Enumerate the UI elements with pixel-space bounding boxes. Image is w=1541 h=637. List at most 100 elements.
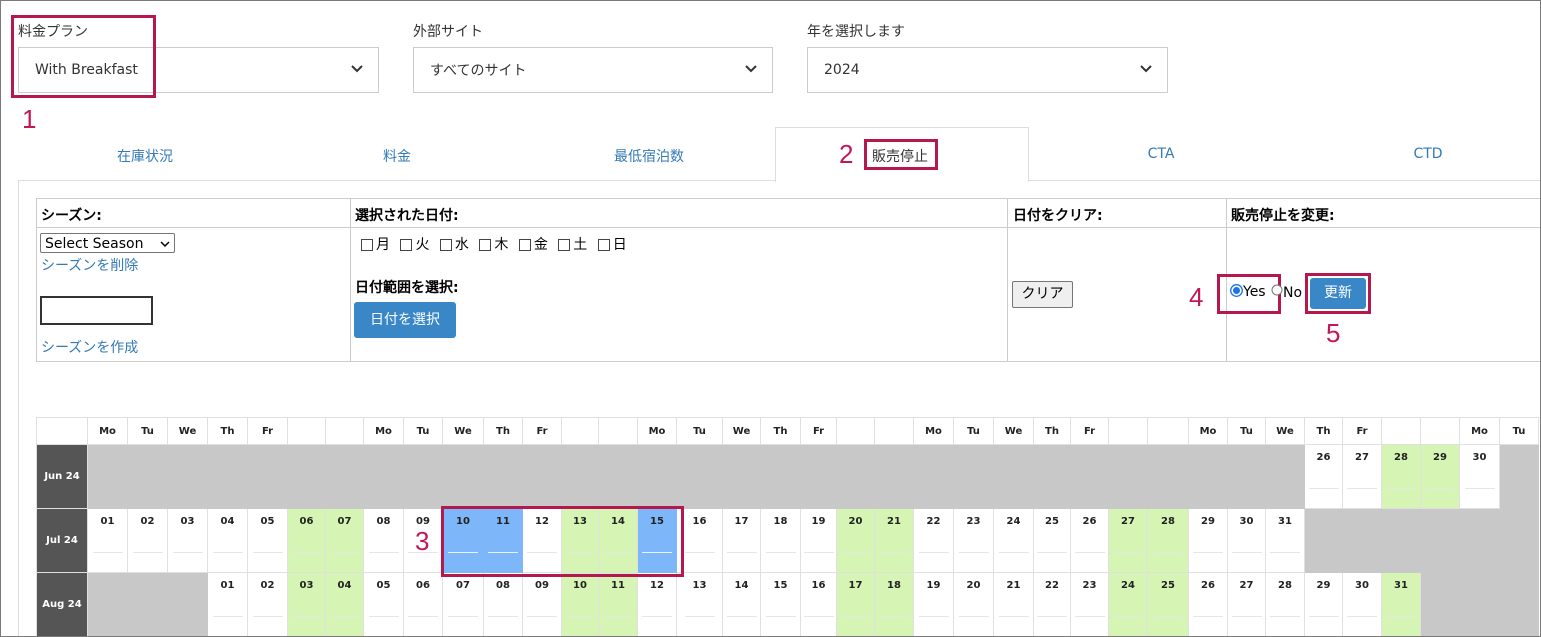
day-value-field[interactable] <box>172 552 203 553</box>
yes-radio[interactable]: Yes <box>1230 284 1266 300</box>
calendar-day-cell[interactable]: 05 <box>247 508 288 573</box>
calendar-day-cell[interactable]: 18 <box>874 572 914 636</box>
day-value-field[interactable] <box>1037 616 1067 617</box>
day-value-field[interactable] <box>329 616 360 617</box>
external-site-select[interactable]: すべてのサイト <box>413 47 773 93</box>
day-value-field[interactable] <box>1231 552 1262 553</box>
weekday-tue[interactable]: 火 <box>400 237 429 253</box>
day-value-field[interactable] <box>879 616 909 617</box>
day-value-field[interactable] <box>918 616 949 617</box>
day-value-field[interactable] <box>291 616 322 617</box>
calendar-day-cell[interactable]: 08 <box>363 508 404 573</box>
calendar-day-cell[interactable]: 20 <box>836 508 875 573</box>
calendar-day-cell[interactable]: 02 <box>127 508 168 573</box>
day-value-field[interactable] <box>726 552 757 553</box>
day-value-field[interactable] <box>918 552 949 553</box>
day-value-field[interactable] <box>958 616 989 617</box>
day-value-field[interactable] <box>684 616 715 617</box>
weekday-fri[interactable]: 金 <box>518 237 548 253</box>
day-value-field[interactable] <box>1113 616 1143 617</box>
no-radio[interactable]: No <box>1271 284 1302 301</box>
day-value-field[interactable] <box>252 552 283 553</box>
day-value-field[interactable] <box>212 616 243 617</box>
day-value-field[interactable] <box>1425 488 1455 489</box>
day-value-field[interactable] <box>1231 616 1262 617</box>
day-value-field[interactable] <box>998 616 1029 617</box>
calendar-day-cell[interactable]: 29 <box>1304 572 1343 636</box>
day-value-field[interactable] <box>684 552 715 553</box>
season-name-input[interactable] <box>40 296 153 325</box>
calendar-day-cell[interactable]: 30 <box>1342 572 1382 636</box>
calendar-day-cell[interactable]: 23 <box>953 508 994 573</box>
day-value-field[interactable] <box>603 616 633 617</box>
day-value-field[interactable] <box>1270 616 1300 617</box>
tab-inventory[interactable]: 在庫状況 <box>21 146 269 166</box>
calendar-day-cell[interactable]: 05 <box>363 572 404 636</box>
day-value-field[interactable] <box>726 616 757 617</box>
calendar-day-cell[interactable]: 25 <box>1147 572 1189 636</box>
day-value-field[interactable] <box>765 616 796 617</box>
day-value-field[interactable] <box>642 616 672 617</box>
day-value-field[interactable] <box>840 616 871 617</box>
day-value-field[interactable] <box>448 616 478 617</box>
calendar-day-cell[interactable]: 03 <box>167 508 208 573</box>
calendar-day-cell[interactable]: 26 <box>1188 572 1228 636</box>
calendar-day-cell[interactable]: 13 <box>676 572 723 636</box>
calendar-day-cell[interactable]: 24 <box>993 508 1034 573</box>
day-value-field[interactable] <box>92 552 123 553</box>
calendar-day-cell[interactable]: 24 <box>1108 572 1148 636</box>
calendar-day-cell[interactable]: 28 <box>1381 444 1421 509</box>
calendar-day-cell[interactable]: 10 <box>561 572 599 636</box>
calendar-day-cell[interactable]: 29 <box>1420 444 1460 509</box>
calendar-day-cell[interactable]: 27 <box>1227 572 1266 636</box>
day-value-field[interactable] <box>488 616 518 617</box>
calendar-day-cell[interactable]: 08 <box>483 572 523 636</box>
day-value-field[interactable] <box>1074 616 1105 617</box>
day-value-field[interactable] <box>998 552 1029 553</box>
day-value-field[interactable] <box>212 552 243 553</box>
day-value-field[interactable] <box>368 616 399 617</box>
weekday-wed[interactable]: 水 <box>439 237 469 253</box>
update-button[interactable]: 更新 <box>1310 278 1366 309</box>
calendar-day-cell[interactable]: 28 <box>1265 572 1305 636</box>
season-select[interactable]: Select Season <box>40 233 175 253</box>
clear-button[interactable]: クリア <box>1012 281 1073 308</box>
calendar-day-cell[interactable]: 17 <box>836 572 875 636</box>
delete-season-link[interactable]: シーズンを削除 <box>41 255 138 275</box>
calendar-day-cell[interactable]: 06 <box>287 508 326 573</box>
calendar-day-cell[interactable]: 19 <box>913 572 954 636</box>
weekday-sat[interactable]: 土 <box>558 237 587 253</box>
calendar-day-cell[interactable]: 27 <box>1108 508 1148 573</box>
day-value-field[interactable] <box>1464 488 1495 489</box>
calendar-day-cell[interactable]: 17 <box>722 508 761 573</box>
calendar-day-cell[interactable]: 30 <box>1227 508 1266 573</box>
calendar-day-cell[interactable]: 14 <box>722 572 761 636</box>
day-value-field[interactable] <box>1193 552 1223 553</box>
day-value-field[interactable] <box>803 616 834 617</box>
calendar-day-cell[interactable]: 15 <box>760 572 801 636</box>
tab-cta[interactable]: CTA <box>1037 146 1285 162</box>
calendar-day-cell[interactable]: 23 <box>1070 572 1109 636</box>
day-value-field[interactable] <box>565 616 595 617</box>
calendar-day-cell[interactable]: 18 <box>760 508 801 573</box>
calendar-day-cell[interactable]: 11 <box>598 572 638 636</box>
day-value-field[interactable] <box>527 616 557 617</box>
calendar-day-cell[interactable]: 12 <box>637 572 677 636</box>
tab-min-stay[interactable]: 最低宿泊数 <box>525 146 773 166</box>
calendar-day-cell[interactable]: 04 <box>207 508 248 573</box>
calendar-day-cell[interactable]: 20 <box>953 572 994 636</box>
calendar-day-cell[interactable]: 31 <box>1265 508 1305 573</box>
calendar-day-cell[interactable]: 02 <box>247 572 288 636</box>
year-select[interactable]: 2024 <box>807 47 1168 93</box>
calendar-day-cell[interactable]: 19 <box>800 508 837 573</box>
day-value-field[interactable] <box>1386 488 1416 489</box>
calendar-day-cell[interactable]: 27 <box>1342 444 1382 509</box>
tab-rates[interactable]: 料金 <box>273 146 521 166</box>
calendar-day-cell[interactable]: 01 <box>87 508 128 573</box>
day-value-field[interactable] <box>1270 552 1300 553</box>
day-value-field[interactable] <box>1113 552 1143 553</box>
calendar-day-cell[interactable]: 04 <box>325 572 364 636</box>
calendar-day-cell[interactable]: 22 <box>913 508 954 573</box>
day-value-field[interactable] <box>368 552 399 553</box>
create-season-link[interactable]: シーズンを作成 <box>41 337 138 357</box>
